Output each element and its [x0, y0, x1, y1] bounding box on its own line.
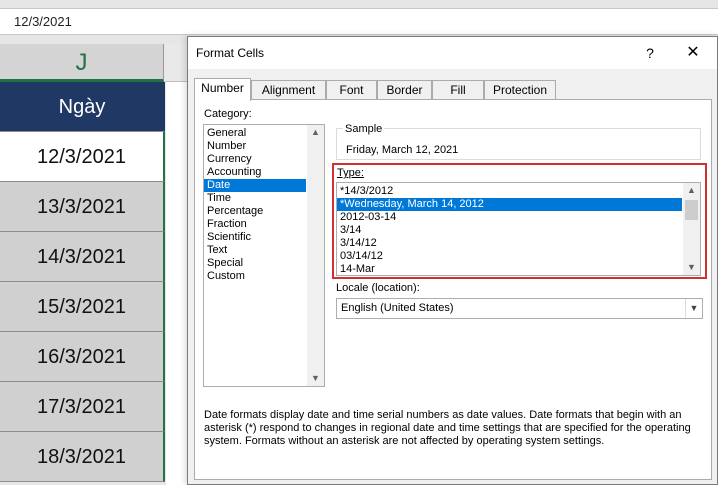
category-currency[interactable]: Currency — [204, 153, 324, 166]
format-description: Date formats display date and time seria… — [204, 409, 691, 447]
category-percentage[interactable]: Percentage — [204, 205, 324, 218]
scroll-down-icon[interactable]: ▼ — [307, 371, 324, 386]
category-custom[interactable]: Custom — [204, 270, 324, 283]
type-item-1[interactable]: *14/3/2012 — [337, 185, 700, 198]
category-scrollbar[interactable]: ▲ ▼ — [307, 125, 324, 386]
category-number[interactable]: Number — [204, 140, 324, 153]
category-list[interactable]: General Number Currency Accounting Date … — [203, 124, 325, 387]
category-accounting[interactable]: Accounting — [204, 166, 324, 179]
type-item-6[interactable]: 03/14/12 — [337, 250, 700, 263]
type-item-7[interactable]: 14-Mar — [337, 263, 700, 276]
type-list[interactable]: *14/3/2012 *Wednesday, March 14, 2012 20… — [336, 182, 701, 276]
type-item-2[interactable]: *Wednesday, March 14, 2012 — [337, 198, 682, 211]
locale-label: Locale (location): — [336, 282, 420, 294]
type-item-4[interactable]: 3/14 — [337, 224, 700, 237]
locale-value: English (United States) — [341, 302, 454, 314]
scroll-up-icon[interactable]: ▲ — [307, 125, 324, 140]
type-item-5[interactable]: 3/14/12 — [337, 237, 700, 250]
cell-row-7[interactable]: 18/3/2021 — [0, 432, 165, 482]
cell-row-3[interactable]: 14/3/2021 — [0, 232, 165, 282]
category-label: Category: — [204, 108, 252, 120]
dialog-titlebar[interactable]: Format Cells ? ✕ — [188, 37, 717, 69]
category-time[interactable]: Time — [204, 192, 324, 205]
chevron-down-icon[interactable]: ▼ — [685, 299, 702, 318]
scroll-down-icon[interactable]: ▼ — [683, 260, 700, 275]
category-text[interactable]: Text — [204, 244, 324, 257]
dialog-title: Format Cells — [196, 46, 265, 60]
cell-row-1[interactable]: 12/3/2021 — [0, 132, 165, 182]
tab-fill[interactable]: Fill — [432, 80, 484, 100]
tab-protection[interactable]: Protection — [484, 80, 556, 100]
type-label: Type: — [337, 167, 364, 179]
category-general[interactable]: General — [204, 127, 324, 140]
format-cells-dialog: Format Cells ? ✕ Number Alignment Font B… — [187, 36, 718, 485]
locale-select[interactable]: English (United States) ▼ — [336, 298, 703, 319]
category-scientific[interactable]: Scientific — [204, 231, 324, 244]
number-tab-panel: Category: General Number Currency Accoun… — [194, 99, 712, 480]
tab-border[interactable]: Border — [377, 80, 432, 100]
column-header-j[interactable]: J — [0, 44, 164, 82]
sample-value: Friday, March 12, 2021 — [346, 144, 459, 156]
category-fraction[interactable]: Fraction — [204, 218, 324, 231]
category-date[interactable]: Date — [204, 179, 306, 192]
tab-number[interactable]: Number — [194, 78, 251, 101]
close-icon[interactable]: ✕ — [682, 43, 704, 63]
formula-input[interactable]: 12/3/2021 — [0, 8, 718, 35]
cell-row-6[interactable]: 17/3/2021 — [0, 382, 165, 432]
screen: 12/3/2021 J Ngày 12/3/2021 13/3/2021 14/… — [0, 0, 718, 485]
sample-group: Sample Friday, March 12, 2021 — [336, 123, 701, 160]
type-scrollbar[interactable]: ▲ ▼ — [683, 183, 700, 275]
type-item-3[interactable]: 2012-03-14 — [337, 211, 700, 224]
sample-label: Sample — [343, 123, 385, 135]
category-special[interactable]: Special — [204, 257, 324, 270]
date-column: Ngày 12/3/2021 13/3/2021 14/3/2021 15/3/… — [0, 82, 165, 482]
cell-row-4[interactable]: 15/3/2021 — [0, 282, 165, 332]
help-button[interactable]: ? — [640, 43, 660, 63]
scroll-up-icon[interactable]: ▲ — [683, 183, 700, 198]
cell-row-5[interactable]: 16/3/2021 — [0, 332, 165, 382]
tab-alignment[interactable]: Alignment — [251, 80, 326, 100]
header-cell[interactable]: Ngày — [0, 82, 165, 132]
scroll-thumb[interactable] — [685, 200, 698, 220]
tab-font[interactable]: Font — [326, 80, 377, 100]
cell-row-2[interactable]: 13/3/2021 — [0, 182, 165, 232]
